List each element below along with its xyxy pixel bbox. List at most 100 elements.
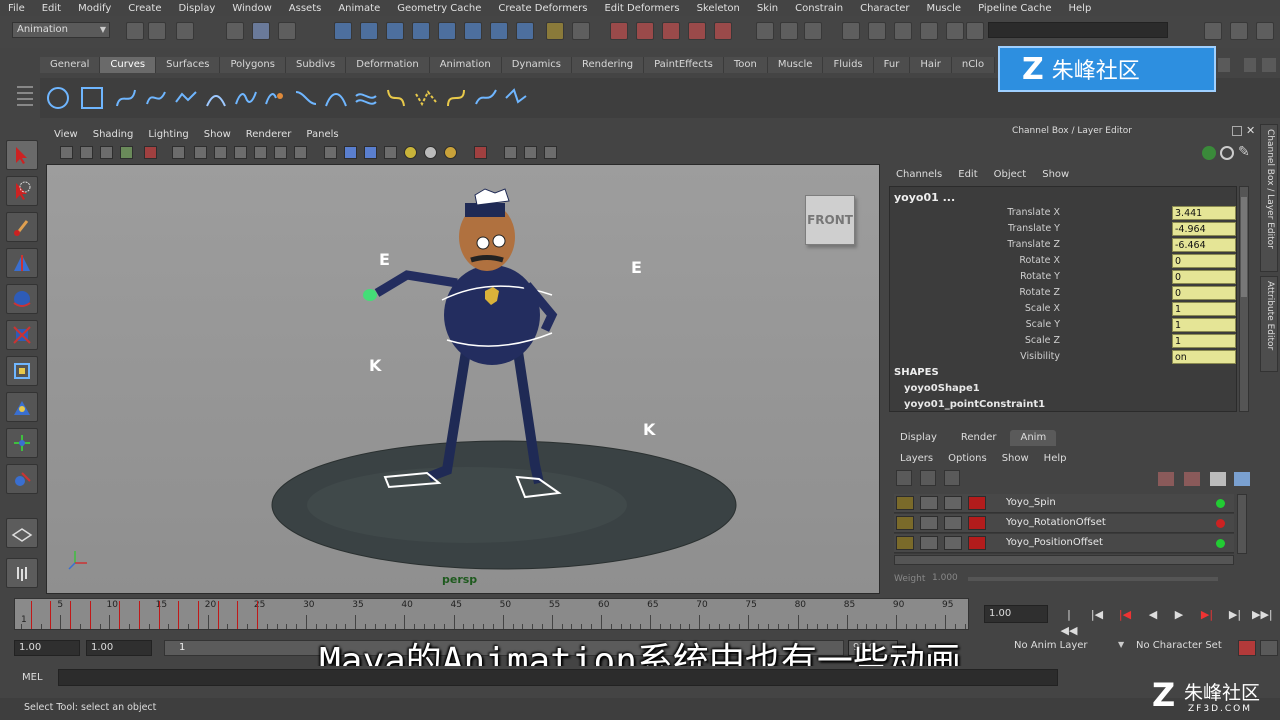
shelf-tab[interactable]: Fluids bbox=[823, 57, 874, 73]
shelf-tab[interactable]: Curves bbox=[100, 57, 157, 73]
layer-up-icon[interactable] bbox=[896, 470, 912, 486]
channel-box-menu-item[interactable]: Show bbox=[1042, 169, 1069, 180]
safe-title-icon[interactable] bbox=[294, 146, 307, 159]
soft-mod-tool-icon[interactable] bbox=[6, 392, 38, 422]
viewport-menu-item[interactable]: View bbox=[54, 129, 78, 140]
save-scene-icon[interactable] bbox=[176, 22, 194, 40]
input-line-icon[interactable] bbox=[756, 22, 774, 40]
viewport-menu-item[interactable]: Shading bbox=[93, 129, 134, 140]
attribute-label[interactable]: Translate Z bbox=[940, 237, 1060, 253]
create-empty-layer-icon[interactable] bbox=[1210, 472, 1226, 486]
shelf-tab[interactable]: Deformation bbox=[346, 57, 430, 73]
keyframe-marker[interactable] bbox=[138, 601, 140, 629]
layer-mute-icon[interactable] bbox=[944, 496, 962, 510]
attribute-label[interactable]: Scale Y bbox=[940, 317, 1060, 333]
quick-layout-outliner-icon[interactable] bbox=[6, 558, 38, 588]
keyframe-marker[interactable] bbox=[50, 601, 52, 629]
play-forwards-icon[interactable]: ▶ bbox=[1170, 607, 1188, 623]
nurbs-circle-icon[interactable] bbox=[46, 86, 70, 110]
shelf-tab[interactable]: General bbox=[40, 57, 101, 73]
safe-action-icon[interactable] bbox=[274, 146, 287, 159]
anim-layer-row[interactable]: Yoyo_PositionOffset bbox=[894, 534, 1234, 553]
select-object-icon[interactable] bbox=[252, 22, 270, 40]
tab-channel-box[interactable]: Channel Box / Layer Editor bbox=[1260, 124, 1278, 272]
shelf-tab[interactable]: Fur bbox=[873, 57, 911, 73]
attribute-value-field[interactable]: -4.964 bbox=[1172, 222, 1236, 236]
menu-item[interactable]: Modify bbox=[78, 3, 111, 14]
bookmarks-icon[interactable] bbox=[100, 146, 113, 159]
cv-hardness-icon[interactable] bbox=[504, 86, 528, 110]
attribute-value-field[interactable]: 0 bbox=[1172, 270, 1236, 284]
quick-command-field[interactable] bbox=[988, 22, 1168, 38]
keyframe-marker[interactable] bbox=[197, 601, 199, 629]
keyframe-marker[interactable] bbox=[89, 601, 91, 629]
show-attribute-editor-icon[interactable] bbox=[1230, 22, 1248, 40]
move-tool-icon[interactable] bbox=[6, 248, 38, 278]
shelf-scroll-left-icon[interactable] bbox=[1218, 58, 1230, 72]
layer-editor-tab[interactable]: Anim bbox=[1010, 430, 1057, 446]
layer-list-scrollbar[interactable] bbox=[1237, 494, 1247, 554]
rebuild-curve-icon[interactable] bbox=[414, 86, 438, 110]
snap-view-plane-icon[interactable] bbox=[412, 22, 430, 40]
channel-box-menu-item[interactable]: Channels bbox=[896, 169, 942, 180]
go-to-end-icon[interactable]: ▶▶| bbox=[1252, 607, 1273, 623]
xray-joints-icon[interactable] bbox=[524, 146, 537, 159]
attribute-label[interactable]: Visibility bbox=[940, 349, 1060, 365]
layer-ghost-icon[interactable] bbox=[968, 516, 986, 530]
layer-down-icon[interactable] bbox=[920, 470, 936, 486]
viewport-menu-item[interactable]: Lighting bbox=[148, 129, 188, 140]
isolate-select-icon[interactable] bbox=[474, 146, 487, 159]
use-all-lights-icon[interactable] bbox=[404, 146, 417, 159]
menu-item[interactable]: Edit bbox=[42, 3, 61, 14]
show-channel-box-icon[interactable] bbox=[1204, 22, 1222, 40]
menu-item[interactable]: Edit Deformers bbox=[604, 3, 679, 14]
go-to-start-icon[interactable]: |◀◀ bbox=[1060, 607, 1078, 637]
field-chart-icon[interactable] bbox=[254, 146, 267, 159]
menu-item[interactable]: Window bbox=[232, 3, 271, 14]
snap-grid-icon[interactable] bbox=[334, 22, 352, 40]
layer-lock-icon[interactable] bbox=[896, 516, 914, 530]
open-scene-icon[interactable] bbox=[148, 22, 166, 40]
ipr-render-icon[interactable] bbox=[662, 22, 680, 40]
layer-ghost-icon[interactable] bbox=[968, 496, 986, 510]
attribute-value-field[interactable]: 1 bbox=[1172, 318, 1236, 332]
show-tool-settings-icon[interactable] bbox=[1256, 22, 1274, 40]
ep-curve-tool-icon[interactable] bbox=[144, 86, 168, 110]
layer-editor-tab[interactable]: Display bbox=[890, 430, 947, 446]
view-cube[interactable]: FRONT bbox=[805, 195, 855, 245]
step-forward-frame-icon[interactable]: ▶| bbox=[1198, 607, 1216, 623]
paint-select-tool-icon[interactable] bbox=[6, 212, 38, 242]
weight-value[interactable]: 1.000 bbox=[932, 573, 962, 586]
attribute-label[interactable]: Rotate X bbox=[940, 253, 1060, 269]
layer-lock-icon[interactable] bbox=[896, 496, 914, 510]
keyframe-marker[interactable] bbox=[256, 601, 258, 629]
film-gate-icon[interactable] bbox=[194, 146, 207, 159]
sidebar-toggle-icon[interactable] bbox=[780, 22, 798, 40]
gate-mask-icon[interactable] bbox=[234, 146, 247, 159]
show-manipulator-icon[interactable] bbox=[6, 428, 38, 458]
arc-tool-icon[interactable] bbox=[204, 86, 228, 110]
grid-icon[interactable] bbox=[172, 146, 185, 159]
make-live-icon[interactable] bbox=[438, 22, 456, 40]
lasso-tool-icon[interactable] bbox=[6, 176, 38, 206]
reverse-curve-icon[interactable] bbox=[384, 86, 408, 110]
keyframe-marker[interactable] bbox=[217, 601, 219, 629]
xray-icon[interactable] bbox=[504, 146, 517, 159]
two-d-pan-zoom-icon[interactable] bbox=[144, 146, 157, 159]
fit-bspline-icon[interactable] bbox=[444, 86, 468, 110]
nurbs-square-icon[interactable] bbox=[80, 86, 104, 110]
lock-icon[interactable] bbox=[546, 22, 564, 40]
layer-editor-menu-item[interactable]: Options bbox=[948, 453, 987, 464]
menu-item[interactable]: Muscle bbox=[926, 3, 961, 14]
attribute-value-field[interactable]: 0 bbox=[1172, 254, 1236, 268]
shelf-tab[interactable]: Toon bbox=[723, 57, 768, 73]
outliner-icon[interactable] bbox=[946, 22, 964, 40]
weight-slider[interactable] bbox=[968, 577, 1218, 581]
shelf-scroll-right-icon[interactable] bbox=[1244, 58, 1256, 72]
keyframe-marker[interactable] bbox=[30, 601, 32, 629]
shelf-menu-icon[interactable] bbox=[1262, 58, 1276, 72]
attribute-value-field[interactable]: 1 bbox=[1172, 334, 1236, 348]
select-hierarchy-icon[interactable] bbox=[226, 22, 244, 40]
shape-item[interactable]: yoyo01_pointConstraint1 bbox=[904, 399, 1045, 410]
close-icon[interactable]: ✕ bbox=[1246, 124, 1255, 137]
